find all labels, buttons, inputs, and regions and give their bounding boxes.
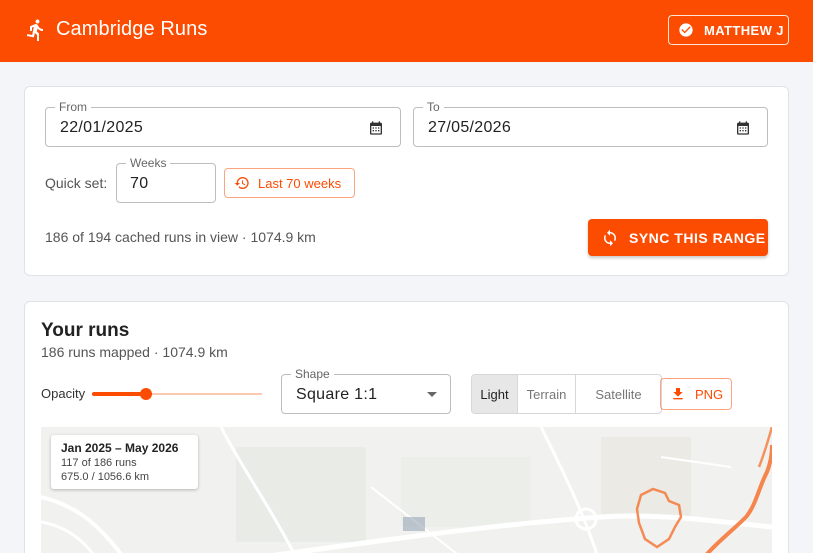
shape-label: Shape	[291, 367, 334, 381]
png-label: PNG	[695, 386, 724, 402]
user-name: MATTHEW J	[704, 22, 784, 38]
sync-range-button[interactable]: SYNC THIS RANGE	[588, 219, 768, 256]
quick-set-label: Quick set:	[45, 175, 108, 191]
last-weeks-button[interactable]: Last 70 weeks	[224, 168, 355, 198]
weeks-input[interactable]: 70	[130, 175, 148, 193]
download-png-button[interactable]: PNG	[660, 378, 732, 410]
map-field	[236, 447, 366, 542]
map-info-runs: 117 of 186 runs	[61, 457, 137, 469]
app-bar: Cambridge Runs MATTHEW J	[0, 0, 813, 62]
map-style-light[interactable]: Light	[472, 375, 518, 413]
app-title: Cambridge Runs	[56, 18, 208, 40]
map-info-title: Jan 2025 – May 2026	[61, 441, 179, 455]
last-weeks-label: Last 70 weeks	[258, 175, 342, 191]
runner-icon	[26, 19, 43, 41]
opacity-slider[interactable]	[92, 384, 262, 404]
map-road	[539, 427, 599, 553]
map-field	[401, 457, 531, 527]
from-date-field[interactable]: From 22/01/2025	[45, 100, 401, 147]
weeks-field[interactable]: Weeks 70	[116, 156, 216, 203]
sync-icon	[604, 229, 616, 246]
to-label: To	[423, 100, 444, 114]
from-label: From	[55, 100, 91, 114]
map-style-terrain[interactable]: Terrain	[518, 375, 576, 413]
to-date-value[interactable]: 27/05/2026	[428, 119, 511, 137]
runs-title: Your runs	[41, 320, 130, 341]
cached-runs-stats: 186 of 194 cached runs in view · 1074.9 …	[45, 229, 316, 245]
weeks-label: Weeks	[126, 156, 171, 170]
map-info-box: Jan 2025 – May 2026 117 of 186 runs 675.…	[51, 435, 198, 489]
history-icon	[234, 177, 249, 189]
shape-select[interactable]: Shape Square 1:1	[281, 367, 451, 414]
map-style-toggle: Light Terrain Satellite	[471, 374, 662, 414]
slider-track[interactable]	[92, 392, 147, 396]
user-account-button[interactable]: MATTHEW J	[668, 15, 789, 45]
opacity-label: Opacity	[41, 386, 86, 401]
map-road	[41, 520, 95, 553]
calendar-icon[interactable]	[368, 120, 384, 136]
calendar-icon[interactable]	[735, 120, 751, 136]
shape-value[interactable]: Square 1:1	[296, 386, 377, 404]
runs-map[interactable]: Jan 2025 – May 2026 117 of 186 runs 675.…	[41, 427, 772, 553]
download-icon	[673, 388, 683, 400]
map-building	[403, 517, 425, 531]
slider-thumb[interactable]	[140, 388, 153, 400]
sync-range-label: SYNC THIS RANGE	[629, 229, 766, 246]
your-runs-card: Your runs 186 runs mapped · 1074.9 km Op…	[24, 301, 789, 553]
from-date-value[interactable]: 22/01/2025	[60, 119, 143, 137]
map-style-satellite[interactable]: Satellite	[576, 375, 661, 413]
map-info-km: 675.0 / 1056.6 km	[61, 471, 150, 483]
runs-subtitle: 186 runs mapped · 1074.9 km	[41, 344, 228, 360]
to-date-field[interactable]: To 27/05/2026	[413, 100, 768, 147]
date-range-card: From 22/01/2025 To 27/05/2026 Quick set:…	[24, 86, 789, 276]
check-circle-icon	[679, 23, 693, 37]
caret-down-icon[interactable]	[427, 392, 437, 397]
